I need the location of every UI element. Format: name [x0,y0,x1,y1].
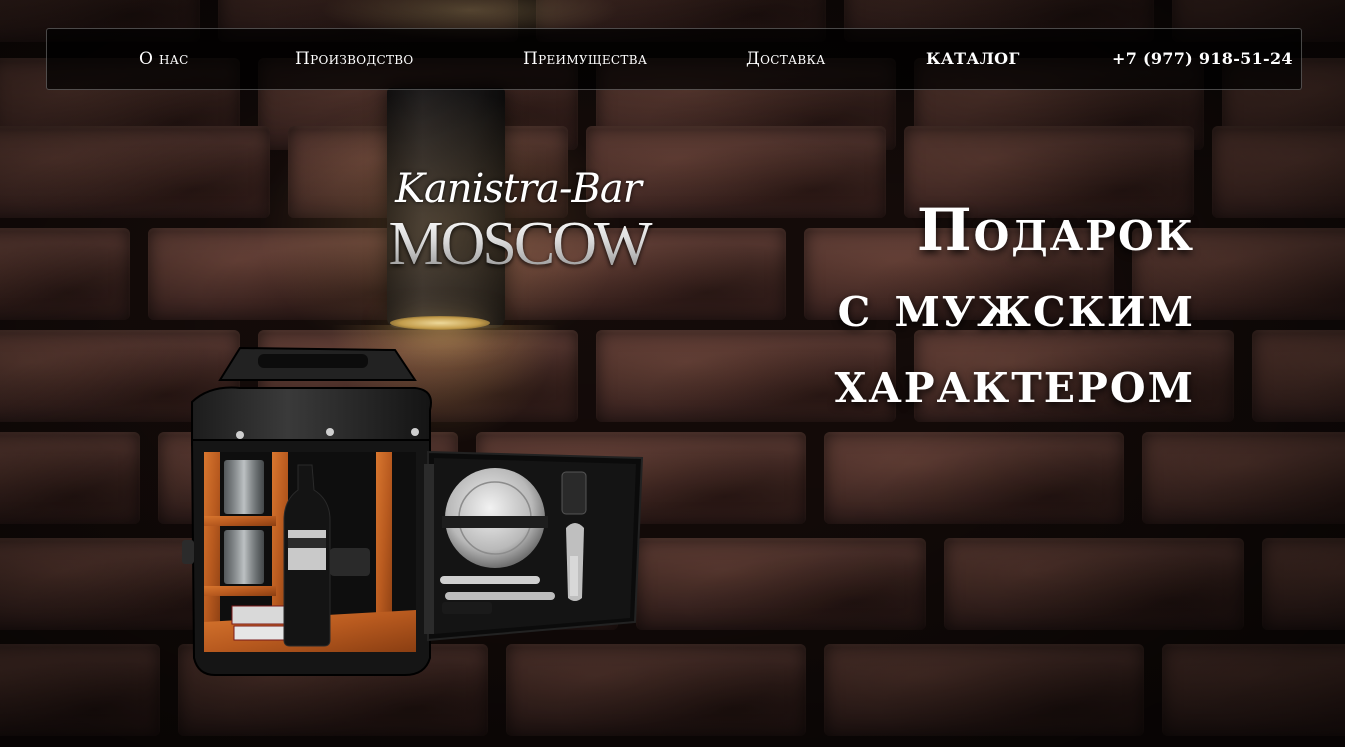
nav-link-delivery[interactable]: Доставка [746,29,826,89]
nav-link-about[interactable]: О нас [139,29,189,89]
hero-headline: Подарок с мужским характером [675,192,1195,420]
nav-link-production[interactable]: Производство [295,29,414,89]
nav-link-catalog[interactable]: КАТАЛОГ [926,29,1020,89]
logo-script-text: Kanistra-Bar [395,166,642,212]
hero-line-2: с мужским [837,272,1195,340]
hero-section: О нас Производство Преимущества Доставка… [0,0,1345,747]
nav-phone-link[interactable]: +7 (977) 918-51-24 [1112,29,1293,89]
hero-line-3: характером [834,348,1195,416]
jerrycan-bar-icon [182,346,644,676]
site-logo[interactable]: Kanistra-Bar MOSCOW [368,166,668,281]
hero-line-1: Подарок [916,196,1195,264]
logo-main-text: MOSCOW [374,213,664,275]
main-nav: О нас Производство Преимущества Доставка… [46,28,1302,90]
nav-link-advantages[interactable]: Преимущества [523,29,647,89]
